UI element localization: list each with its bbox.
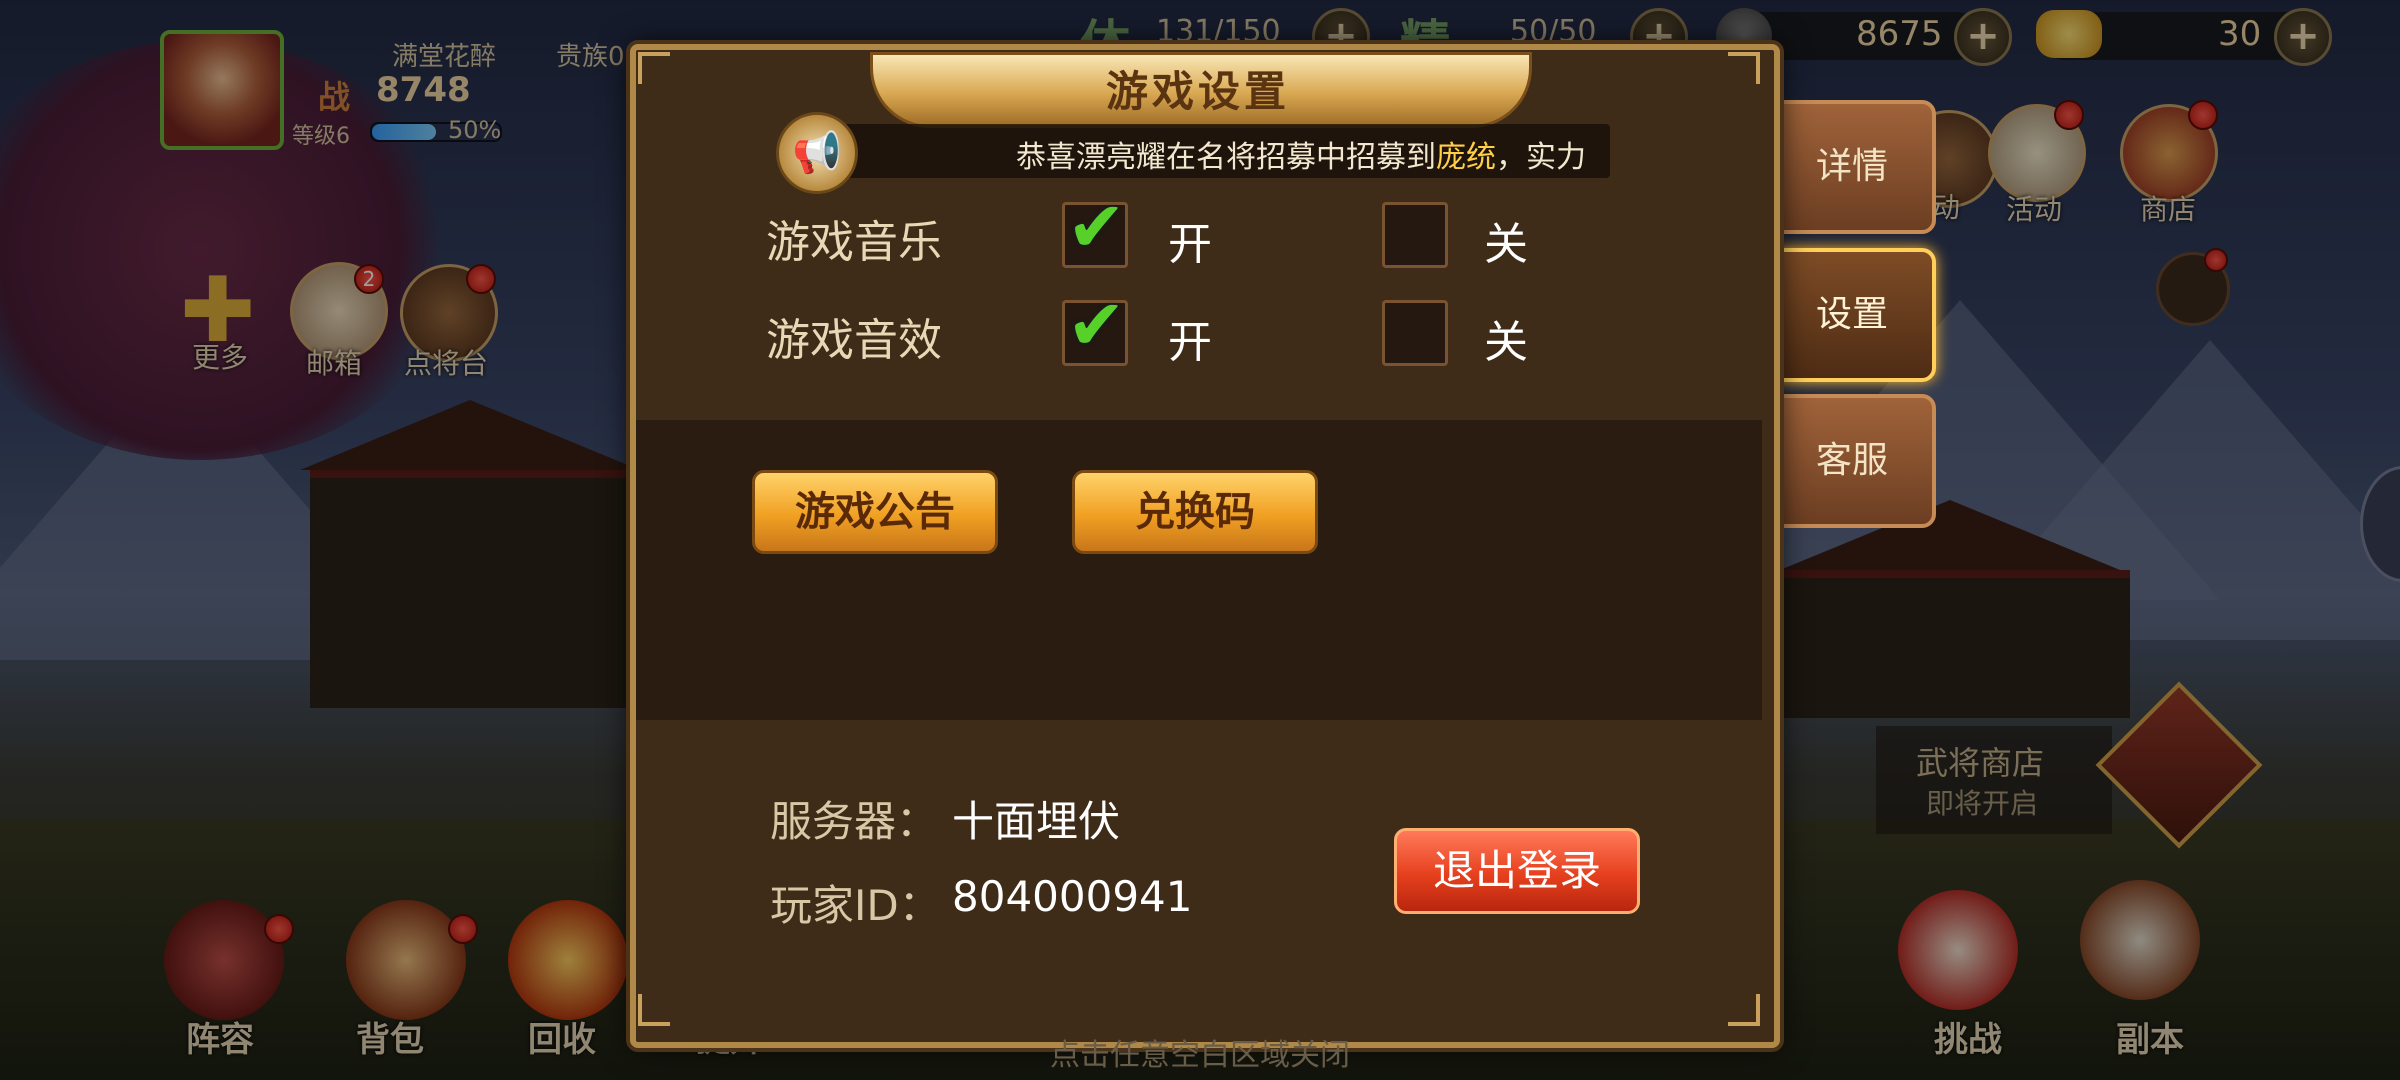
tab-details[interactable]: 详情 — [1768, 100, 1936, 234]
announcement-marquee: 恭喜漂亮耀在名将招募中招募到庞统，实力 — [820, 124, 1610, 178]
sfx-off-label: 关 — [1484, 317, 1528, 368]
music-off-label: 关 — [1484, 219, 1528, 270]
sfx-label: 游戏音效 — [766, 315, 942, 366]
checkmark-icon: ✔ — [1067, 186, 1126, 268]
marquee-text: 恭喜漂亮耀在名将招募中招募到庞统，实力 — [1016, 132, 1586, 176]
marquee-suffix: ，实力 — [1496, 140, 1586, 175]
tab-settings[interactable]: 设置 — [1768, 248, 1936, 382]
sfx-off-checkbox[interactable] — [1382, 300, 1448, 366]
server-value: 十面埋伏 — [952, 797, 1121, 846]
music-on-checkbox[interactable]: ✔ — [1062, 186, 1128, 268]
checkmark-icon: ✔ — [1067, 284, 1126, 366]
button-section — [636, 420, 1762, 720]
player-id-label: 玩家ID： — [770, 881, 941, 930]
announcement-button[interactable]: 游戏公告 — [752, 470, 998, 554]
megaphone-icon: 📢 — [776, 112, 858, 194]
player-id-value: 804000941 — [952, 872, 1193, 921]
tab-support[interactable]: 客服 — [1768, 394, 1936, 528]
redeem-code-button[interactable]: 兑换码 — [1072, 470, 1318, 554]
music-on-label: 开 — [1168, 219, 1212, 270]
corner-ornament — [638, 52, 670, 84]
marquee-prefix: 恭喜漂亮耀在名将招募中招募到 — [1016, 140, 1436, 175]
logout-button[interactable]: 退出登录 — [1394, 828, 1640, 914]
music-label: 游戏音乐 — [766, 217, 942, 268]
dialog-title: 游戏设置 — [1105, 67, 1290, 116]
sfx-on-label: 开 — [1168, 317, 1212, 368]
corner-ornament — [1728, 994, 1760, 1026]
music-off-checkbox[interactable] — [1382, 202, 1448, 268]
sfx-on-checkbox[interactable]: ✔ — [1062, 284, 1128, 366]
marquee-highlight: 庞统 — [1436, 140, 1496, 175]
corner-ornament — [638, 994, 670, 1026]
corner-ornament — [1728, 52, 1760, 84]
server-label: 服务器： — [770, 797, 939, 846]
close-hint: 点击任意空白区域关闭 — [1050, 1038, 1350, 1073]
